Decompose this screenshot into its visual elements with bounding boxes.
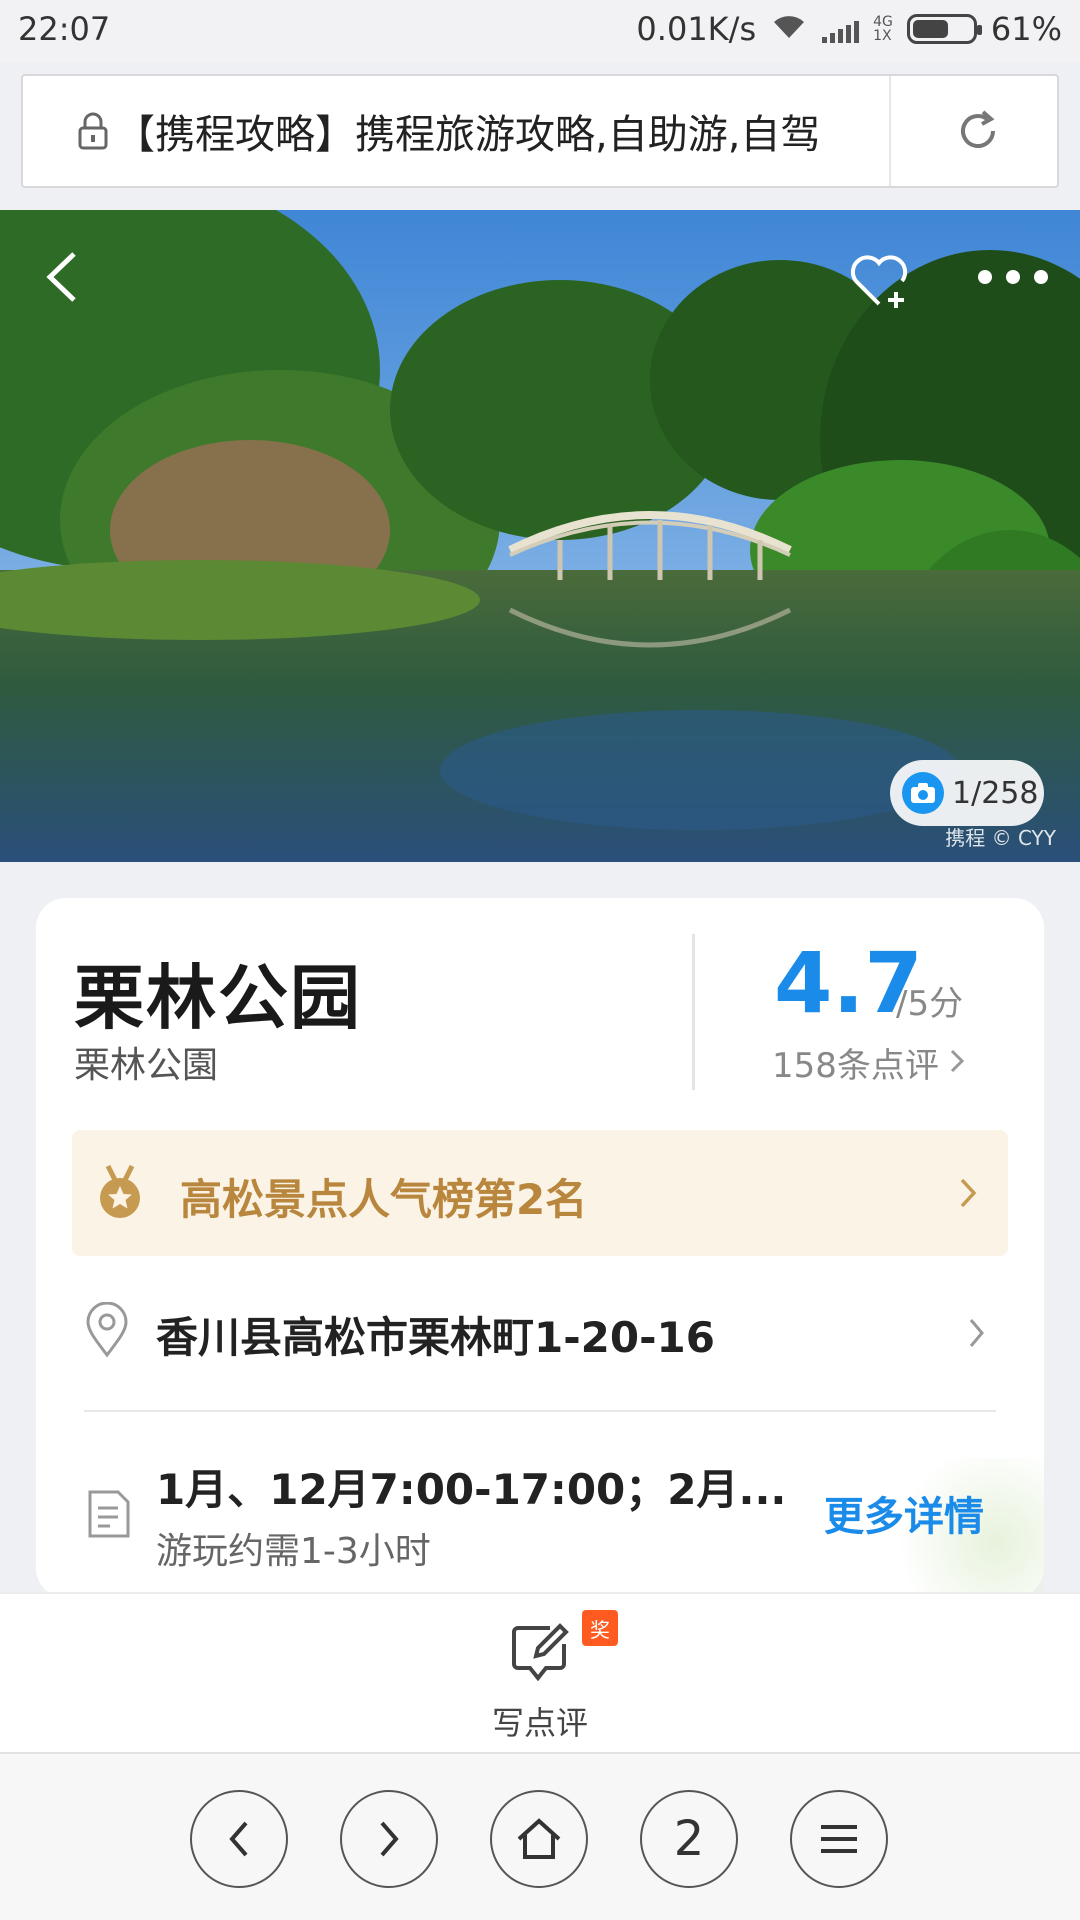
address-bar-divider xyxy=(889,76,891,186)
photo-count-text: 1/258 xyxy=(952,775,1039,811)
wifi-icon xyxy=(770,10,808,48)
photo-counter[interactable]: 1/258 xyxy=(890,760,1044,826)
status-bar: 22:07 0.01K/s 4G 1X 61% xyxy=(0,0,1080,62)
status-time: 22:07 xyxy=(18,10,111,48)
nav-home-button[interactable] xyxy=(490,1790,588,1888)
attraction-local-name: 栗林公園 xyxy=(74,1045,219,1086)
hero-photo[interactable]: 1/258 携程 © CYY xyxy=(0,210,1080,862)
row-divider xyxy=(84,1410,996,1412)
reload-icon[interactable] xyxy=(953,106,1003,160)
opening-hours: 1月、12月7:00-17:00；2月... xyxy=(156,1465,787,1514)
status-indicators: 0.01K/s 4G 1X 61% xyxy=(636,10,1062,48)
medal-icon xyxy=(94,1164,146,1226)
review-count-text: 158条点评 xyxy=(772,1046,939,1086)
visit-duration: 游玩约需1-3小时 xyxy=(156,1531,431,1572)
address-row[interactable]: 香川县高松市栗林町1-20-16 xyxy=(72,1282,1008,1392)
network-type: 4G 1X xyxy=(873,14,893,44)
menu-icon xyxy=(821,1825,857,1853)
opening-hours-row[interactable]: 1月、12月7:00-17:00；2月... 游玩约需1-3小时 更多详情 xyxy=(72,1438,1044,1598)
more-options-icon[interactable] xyxy=(978,270,1048,284)
signal-icon xyxy=(822,15,860,43)
review-count-link[interactable]: 158条点评 xyxy=(772,1038,965,1087)
more-details-link[interactable]: 更多详情 xyxy=(824,1484,984,1542)
rating-scale: /5分 xyxy=(896,984,964,1024)
battery-icon xyxy=(906,14,982,44)
rank-label: 高松景点人气榜第2名 xyxy=(180,1175,588,1224)
chevron-right-icon xyxy=(958,1176,978,1214)
document-icon xyxy=(86,1488,132,1544)
network-speed: 0.01K/s xyxy=(636,10,757,48)
attraction-name: 栗林公园 xyxy=(74,957,362,1039)
award-badge: 奖 xyxy=(582,1610,618,1646)
chevron-left-icon xyxy=(229,1821,248,1857)
write-review-icon[interactable] xyxy=(510,1622,572,1688)
chevron-right-icon xyxy=(380,1821,399,1857)
attraction-info-card: 栗林公园 栗林公園 4.7 /5分 158条点评 高松景点人气榜第2名 香川县高… xyxy=(36,898,1044,1598)
tab-count: 2 xyxy=(673,1811,705,1867)
menu-button[interactable] xyxy=(790,1790,888,1888)
browser-nav-bar: 2 xyxy=(0,1752,1080,1920)
write-review-label[interactable]: 写点评 xyxy=(0,1698,1080,1744)
nav-back-button[interactable] xyxy=(190,1790,288,1888)
home-icon xyxy=(517,1818,561,1859)
card-divider xyxy=(692,934,695,1090)
write-review-bar[interactable]: 奖 写点评 xyxy=(0,1592,1080,1752)
camera-icon xyxy=(902,772,944,814)
location-pin-icon xyxy=(84,1301,130,1362)
address-bar[interactable]: 【携程攻略】携程旅游攻略,自助游,自驾 xyxy=(21,74,1059,188)
nav-forward-button[interactable] xyxy=(340,1790,438,1888)
photo-credit: 携程 © CYY xyxy=(945,826,1056,850)
chevron-right-icon xyxy=(968,1316,986,1354)
page-title-url[interactable]: 【携程攻略】携程旅游攻略,自助游,自驾 xyxy=(115,102,875,160)
battery-fill xyxy=(912,20,948,38)
address-text: 香川县高松市栗林町1-20-16 xyxy=(156,1313,715,1362)
popularity-rank-banner[interactable]: 高松景点人气榜第2名 xyxy=(72,1130,1008,1256)
tabs-button[interactable]: 2 xyxy=(640,1790,738,1888)
chevron-right-icon xyxy=(949,1043,965,1083)
battery-percent: 61% xyxy=(990,10,1062,48)
favorite-add-icon[interactable] xyxy=(848,250,914,314)
back-arrow-icon[interactable] xyxy=(42,250,82,308)
